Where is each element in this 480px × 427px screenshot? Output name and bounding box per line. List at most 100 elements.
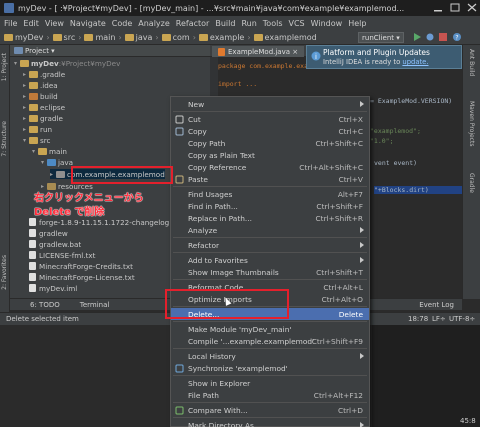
update-notification[interactable]: i Platform and Plugin Updates IntelliJ I… <box>306 45 462 69</box>
breadcrumb-item[interactable]: example › <box>198 32 251 42</box>
menu-item-synchronize-examplemod[interactable]: Synchronize 'examplemod' <box>171 362 369 374</box>
menu-item-cut[interactable]: Cut Ctrl+X <box>171 113 369 125</box>
menu-item-copy-reference[interactable]: Copy Reference Ctrl+Alt+Shift+C <box>171 161 369 173</box>
tree-item[interactable]: ▾ myDev :¥Project¥myDev <box>14 58 120 68</box>
tree-item[interactable]: myDev.iml <box>23 283 77 293</box>
tree-item[interactable]: MinecraftForge-License.txt <box>23 272 135 282</box>
tab-maven-projects[interactable]: Maven Projects <box>468 101 475 146</box>
tree-item[interactable]: ▸ gradle <box>23 113 63 123</box>
tree-item[interactable]: gradlew.bat <box>23 239 81 249</box>
menu-vcs[interactable]: VCS <box>289 19 305 28</box>
tree-item[interactable]: ▸ run <box>23 124 52 134</box>
menu-separator <box>173 402 367 403</box>
breadcrumb: myDev › src › main › java › com › example › examplem… <box>0 30 480 45</box>
menu-item-paste[interactable]: Paste Ctrl+V <box>171 173 369 185</box>
menu-item-make-module-mydev-main[interactable]: Make Module 'myDev_main' <box>171 323 369 335</box>
menu-item-copy[interactable]: Copy Ctrl+C <box>171 125 369 137</box>
menu-file[interactable]: File <box>4 19 17 28</box>
tree-item[interactable]: LICENSE-fml.txt <box>23 250 95 260</box>
menu-item-show-in-explorer[interactable]: Show in Explorer <box>171 377 369 389</box>
tree-item-label: gradle <box>40 113 63 123</box>
minimize-icon[interactable] <box>432 2 444 13</box>
tree-item[interactable]: MinecraftForge-Credits.txt <box>23 261 133 271</box>
java-class-icon <box>218 47 225 56</box>
breadcrumb-item[interactable]: main › <box>84 32 122 42</box>
update-link[interactable]: update. <box>402 58 428 66</box>
menu-analyze[interactable]: Analyze <box>138 19 170 28</box>
menu-tools[interactable]: Tools <box>263 19 283 28</box>
folder-icon <box>52 33 62 41</box>
tab-gradle[interactable]: Gradle <box>468 173 475 193</box>
menu-item-find-in-path[interactable]: Find in Path... Ctrl+Shift+F <box>171 200 369 212</box>
menu-bar: File Edit View Navigate Code Analyze Refactor B… <box>0 16 480 30</box>
menu-item-refactor[interactable]: Refactor <box>171 239 369 251</box>
menu-item-add-to-favorites[interactable]: Add to Favorites <box>171 254 369 266</box>
menu-item-shortcut: Ctrl+Shift+F9 <box>311 336 363 346</box>
debug-icon[interactable] <box>425 32 435 42</box>
tree-item[interactable]: ▸ .idea <box>23 80 58 90</box>
tree-item-label: myDev.iml <box>39 283 78 293</box>
line-separator[interactable]: LF÷ <box>432 315 446 323</box>
run-config-select[interactable]: runClient ▾ <box>358 32 404 43</box>
menu-navigate[interactable]: Navigate <box>70 19 106 28</box>
maximize-icon[interactable] <box>449 2 461 13</box>
breadcrumb-item[interactable]: examplemod <box>253 33 317 42</box>
file-icon <box>29 229 36 237</box>
tree-item[interactable]: ▸ eclipse <box>23 102 65 112</box>
tab-todo[interactable]: 6: TODO <box>30 301 60 309</box>
tree-item-label: myDev <box>31 58 59 68</box>
code-line: package com.example.exa <box>218 62 309 70</box>
folder-icon <box>29 103 38 111</box>
tab-event-log[interactable]: Event Log <box>419 301 454 309</box>
menu-item-new[interactable]: New <box>171 98 369 110</box>
menu-item-file-path[interactable]: File Path Ctrl+Alt+F12 <box>171 389 369 401</box>
tree-item[interactable]: ▸ .gradle <box>23 69 65 79</box>
caret-position[interactable]: 18:78 <box>408 315 428 323</box>
menu-item-mark-directory-as[interactable]: Mark Directory As <box>171 419 369 427</box>
file-encoding[interactable]: UTF-8÷ <box>449 315 475 323</box>
menu-item-local-history[interactable]: Local History <box>171 350 369 362</box>
menu-build[interactable]: Build <box>215 19 235 28</box>
menu-item-analyze[interactable]: Analyze <box>171 224 369 236</box>
menu-item-shortcut: Ctrl+Shift+C <box>315 138 364 148</box>
close-window-icon[interactable] <box>466 2 478 13</box>
tab-favorites[interactable]: 2: Favorites <box>1 255 8 290</box>
menu-item-copy-path[interactable]: Copy Path Ctrl+Shift+C <box>171 137 369 149</box>
chevron-right-icon: › <box>192 32 196 42</box>
menu-code[interactable]: Code <box>112 19 132 28</box>
menu-view[interactable]: View <box>45 19 64 28</box>
tree-item[interactable]: ▾ java <box>41 157 73 167</box>
menu-refactor[interactable]: Refactor <box>176 19 210 28</box>
breadcrumb-item[interactable]: java › <box>124 33 159 42</box>
run-icon[interactable] <box>412 32 422 42</box>
tab-examplemod-java[interactable]: ExampleMod.java × <box>212 46 305 57</box>
menu-help[interactable]: Help <box>348 19 366 28</box>
menu-item-copy-as-plain-text[interactable]: Copy as Plain Text <box>171 149 369 161</box>
menu-edit[interactable]: Edit <box>23 19 39 28</box>
menu-item-compare-with[interactable]: Compare With... Ctrl+D <box>171 404 369 416</box>
menu-run[interactable]: Run <box>241 19 256 28</box>
help-icon[interactable]: ? <box>452 32 462 42</box>
menu-window[interactable]: Window <box>311 19 343 28</box>
tree-item[interactable]: ▸ build <box>23 91 58 101</box>
coverage-icon[interactable] <box>438 32 448 42</box>
menu-item-label: Compare With... <box>188 405 248 415</box>
chevron-right-icon: › <box>247 32 251 42</box>
chevron-right-icon: › <box>118 32 122 42</box>
tab-terminal[interactable]: Terminal <box>80 301 110 309</box>
tree-item[interactable]: gradlew <box>23 228 68 238</box>
tree-item[interactable]: ▾ src <box>23 135 51 145</box>
menu-item-find-usages[interactable]: Find Usages Alt+F7 <box>171 188 369 200</box>
menu-item-replace-in-path[interactable]: Replace in Path... Ctrl+Shift+R <box>171 212 369 224</box>
menu-item-label: Paste <box>188 174 208 184</box>
tab-structure[interactable]: 7: Structure <box>1 121 8 157</box>
tab-ant-build[interactable]: Ant Build <box>468 49 475 76</box>
breadcrumb-item[interactable]: myDev › <box>4 33 50 42</box>
tree-item[interactable]: ▾ main <box>32 146 67 156</box>
breadcrumb-item[interactable]: com › <box>161 32 196 42</box>
breadcrumb-item[interactable]: src › <box>52 33 81 42</box>
menu-item-show-image-thumbnails[interactable]: Show Image Thumbnails Ctrl+Shift+T <box>171 266 369 278</box>
menu-item-compile-example-examplemod[interactable]: Compile '...example.examplemod' Ctrl+Shif… <box>171 335 369 347</box>
project-view-selector[interactable]: Project <box>25 47 49 55</box>
tab-project[interactable]: 1: Project <box>1 53 8 81</box>
